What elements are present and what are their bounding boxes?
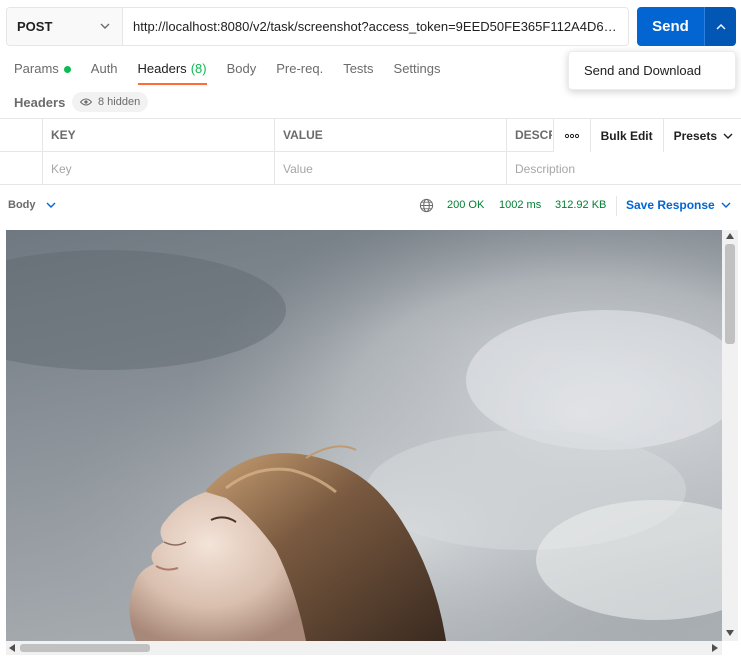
tab-params-label: Params [14, 61, 59, 76]
divider [616, 196, 617, 216]
send-button-group: Send [637, 7, 736, 46]
more-horizontal-icon [564, 133, 579, 138]
tab-settings-label: Settings [393, 61, 441, 76]
request-url-bar: POST http://localhost:8080/v2/task/scree… [6, 7, 629, 46]
method-label: POST [17, 19, 53, 34]
response-body-selector[interactable]: Body [8, 199, 56, 211]
request-tabs: Params Auth Headers (8) Body Pre-req. Te… [14, 61, 461, 87]
table-row: Key Value Description [0, 152, 741, 185]
scroll-left-icon[interactable] [9, 644, 15, 652]
chevron-down-icon [723, 133, 733, 139]
description-input[interactable]: Description [506, 152, 741, 185]
headers-table: KEY VALUE DESCR Bulk Edit Presets Key Va… [0, 118, 741, 185]
tab-body-label: Body [226, 61, 257, 76]
column-header-key: KEY [42, 119, 274, 151]
table-toolbar: Bulk Edit Presets [552, 119, 741, 152]
value-input[interactable]: Value [274, 152, 506, 185]
send-and-download-menu-item[interactable]: Send and Download [568, 51, 736, 90]
tab-pre-request-label: Pre-req. [276, 61, 324, 76]
tab-tests-label: Tests [343, 61, 374, 76]
tab-headers-label: Headers [137, 61, 187, 76]
vertical-scrollbar[interactable] [722, 230, 738, 641]
params-indicator-dot [63, 66, 71, 73]
send-and-download-label: Send and Download [584, 63, 702, 78]
url-text: http://localhost:8080/v2/task/screenshot… [133, 19, 620, 34]
scroll-down-icon[interactable] [726, 630, 734, 636]
tab-headers-count: (8) [190, 61, 207, 76]
chevron-up-icon [716, 23, 725, 29]
hidden-headers-toggle[interactable]: 8 hidden [72, 92, 149, 112]
eye-icon [80, 98, 92, 106]
bulk-edit-button[interactable]: Bulk Edit [589, 119, 663, 152]
send-options-button[interactable] [704, 7, 736, 46]
chevron-down-icon [100, 23, 110, 29]
more-options-button[interactable] [552, 119, 590, 152]
chevron-down-icon [46, 202, 55, 208]
tab-tests[interactable]: Tests [343, 61, 373, 85]
column-header-description: DESCR [506, 119, 552, 151]
horizontal-scrollbar[interactable] [6, 641, 722, 655]
column-header-value: VALUE [274, 119, 506, 151]
url-input[interactable]: http://localhost:8080/v2/task/screenshot… [123, 8, 628, 45]
scroll-right-icon[interactable] [712, 644, 718, 652]
vertical-scroll-thumb[interactable] [725, 244, 735, 344]
response-bar: Body 200 OK 1002 ms 312.92 KB Save Respo… [0, 190, 741, 222]
headers-section-title: Headers [14, 95, 66, 110]
response-photo [6, 230, 722, 641]
scroll-up-icon[interactable] [726, 233, 734, 239]
key-input[interactable]: Key [42, 152, 274, 185]
table-header-row: KEY VALUE DESCR Bulk Edit Presets [0, 119, 741, 152]
status-code[interactable]: 200 OK [447, 199, 484, 211]
method-select[interactable]: POST [7, 8, 123, 45]
save-response-label: Save Response [626, 198, 715, 212]
send-button[interactable]: Send [637, 7, 704, 46]
response-time[interactable]: 1002 ms [499, 199, 541, 211]
horizontal-scroll-thumb[interactable] [20, 644, 150, 652]
response-size[interactable]: 312.92 KB [555, 199, 606, 211]
save-response-button[interactable]: Save Response [626, 198, 731, 212]
tab-settings[interactable]: Settings [394, 61, 441, 85]
tab-auth-label: Auth [90, 61, 118, 76]
presets-dropdown[interactable]: Presets [662, 119, 741, 152]
chevron-down-icon [721, 202, 731, 208]
response-image-preview [6, 230, 722, 641]
hidden-headers-label: 8 hidden [98, 96, 141, 108]
tab-params[interactable]: Params [14, 61, 71, 85]
globe-icon[interactable] [419, 198, 434, 213]
presets-label: Presets [673, 128, 717, 143]
tab-auth[interactable]: Auth [91, 61, 118, 85]
tab-headers[interactable]: Headers (8) [137, 61, 207, 85]
response-body-label: Body [8, 199, 36, 211]
tab-pre-request[interactable]: Pre-req. [276, 61, 323, 85]
tab-body[interactable]: Body [227, 61, 257, 85]
